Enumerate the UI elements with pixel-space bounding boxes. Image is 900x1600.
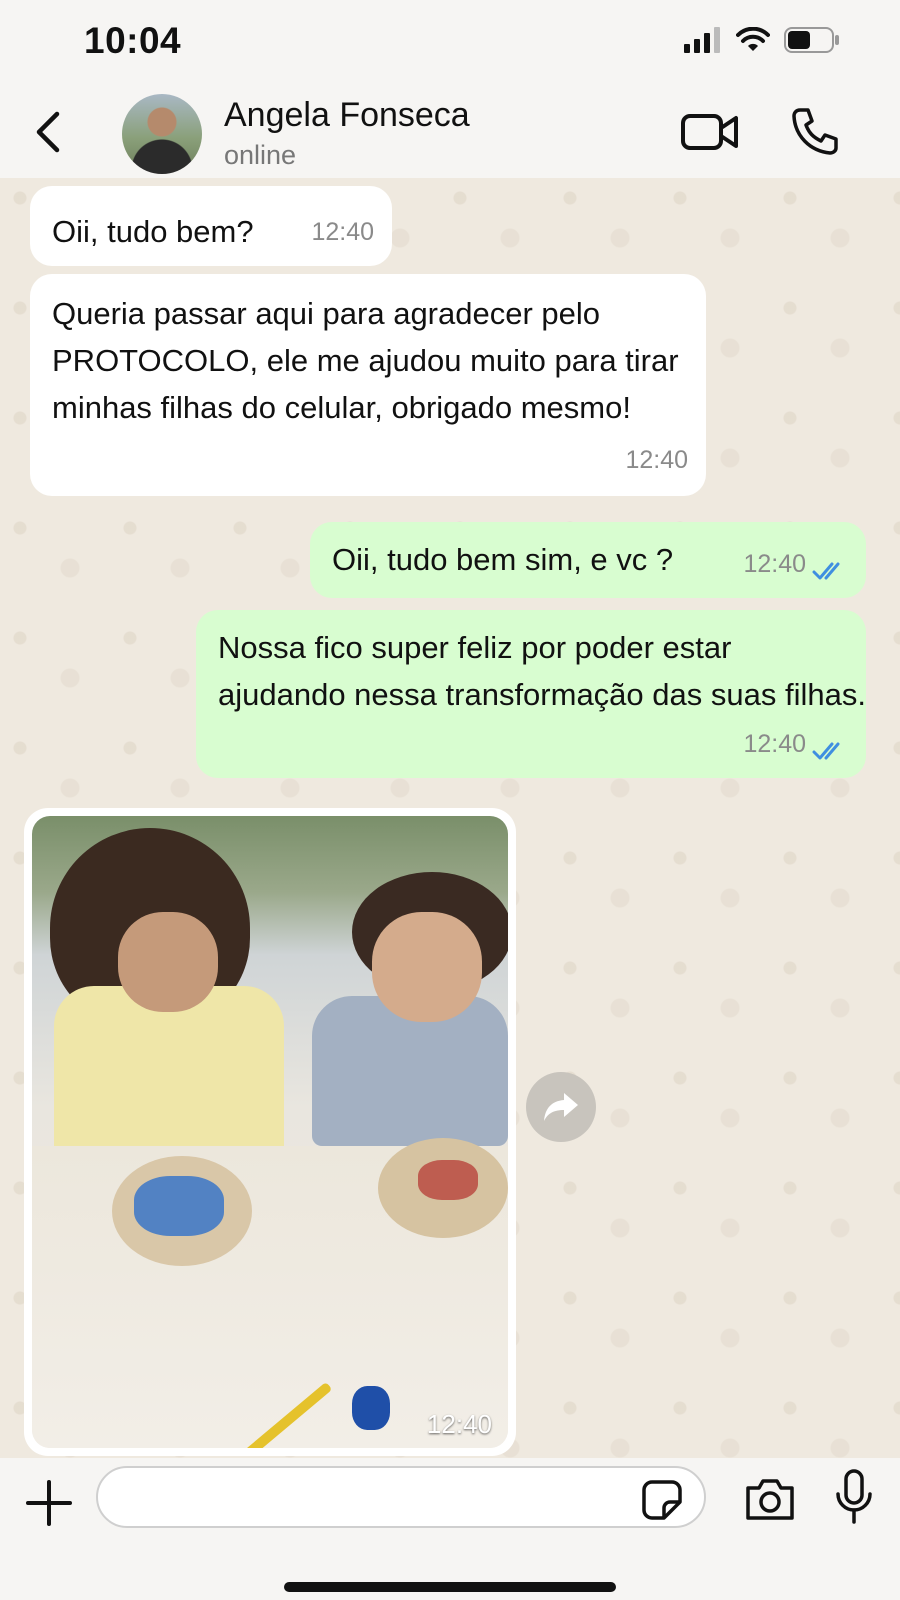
attach-button[interactable] — [24, 1478, 74, 1528]
message-time: 12:40 — [743, 550, 806, 578]
status-bar: 10:04 — [0, 0, 900, 86]
microphone-button[interactable] — [834, 1468, 874, 1526]
input-bar — [0, 1458, 900, 1600]
photo-subject — [372, 912, 482, 1022]
sticker-icon — [642, 1480, 682, 1520]
message-text: Nossa fico super feliz por poder estar a… — [218, 630, 866, 712]
plus-icon — [26, 1480, 72, 1526]
read-ticks-icon — [812, 742, 840, 760]
video-call-button[interactable] — [680, 108, 740, 156]
home-indicator[interactable] — [284, 1582, 616, 1592]
chat-area[interactable]: Oii, tudo bem? 12:40 Queria passar aqui … — [0, 178, 900, 1458]
sticker-button[interactable] — [642, 1480, 682, 1520]
photo-painted-heart — [112, 1156, 252, 1266]
message-bubble-incoming[interactable]: Oii, tudo bem? 12:40 — [30, 186, 392, 266]
forward-button[interactable] — [526, 1072, 596, 1142]
video-camera-icon — [681, 114, 738, 150]
avatar[interactable] — [122, 94, 202, 174]
microphone-icon — [836, 1469, 872, 1524]
photo-paint-jar — [352, 1386, 390, 1430]
status-time: 10:04 — [84, 20, 182, 61]
message-bubble-incoming[interactable]: Queria passar aqui para agradecer pelo P… — [30, 274, 706, 496]
photo-image[interactable]: 12:40 — [32, 816, 508, 1448]
forward-arrow-icon — [544, 1093, 578, 1121]
photo-subject — [118, 912, 218, 1012]
message-input[interactable] — [96, 1466, 706, 1528]
wifi-icon — [736, 27, 770, 51]
chat-header: Angela Fonseca online — [0, 86, 900, 178]
message-time: 12:40 — [311, 218, 374, 246]
contact-name[interactable]: Angela Fonseca — [224, 96, 470, 135]
contact-status: online — [224, 140, 297, 170]
status-icons — [684, 26, 840, 54]
message-time: 12:40 — [426, 1409, 492, 1439]
signal-icon — [684, 27, 720, 53]
camera-icon — [746, 1479, 794, 1520]
message-time: 12:40 — [743, 730, 806, 758]
camera-button[interactable] — [744, 1476, 796, 1522]
message-text: Queria passar aqui para agradecer pelo P… — [52, 296, 679, 425]
back-button[interactable] — [28, 106, 68, 158]
back-chevron-icon — [36, 111, 60, 153]
voice-call-button[interactable] — [790, 106, 838, 156]
message-time: 12:40 — [625, 446, 688, 474]
phone-icon — [792, 108, 838, 155]
battery-icon — [784, 27, 839, 53]
photo-subject — [54, 986, 284, 1166]
message-bubble-outgoing[interactable]: Oii, tudo bem sim, e vc ? 12:40 — [310, 522, 866, 598]
photo-message[interactable]: 12:40 — [24, 808, 516, 1456]
photo-painted-heart — [378, 1138, 508, 1238]
message-bubble-outgoing[interactable]: Nossa fico super feliz por poder estar a… — [196, 610, 866, 778]
read-ticks-icon — [812, 562, 840, 580]
